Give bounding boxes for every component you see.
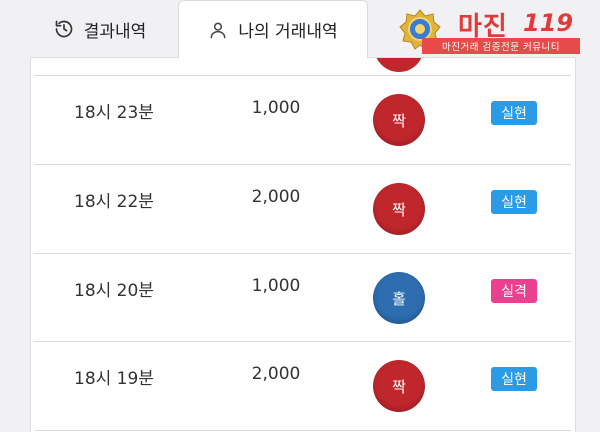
table-row: 18시 19분 2,000 짝 실현	[31, 342, 575, 430]
trade-history-screen: 결과내역 나의 거래내역 마진 119 마진거래 검증전문 커뮤니티 18시 2…	[0, 0, 600, 432]
trade-time: 18시 20분	[74, 281, 154, 301]
logo-number: 119	[523, 9, 574, 37]
result-ball-partial	[374, 58, 424, 72]
tab-my-trades[interactable]: 나의 거래내역	[178, 0, 368, 58]
trade-amount: 1,000	[251, 98, 301, 118]
row-divider	[34, 430, 571, 431]
table-row: 18시 23분 1,000 짝 실현	[31, 76, 575, 164]
result-badge: 실격	[491, 279, 537, 303]
tab-results-label: 결과내역	[83, 21, 147, 42]
trade-time: 18시 22분	[74, 192, 154, 212]
site-logo[interactable]: 마진 119 마진거래 검증전문 커뮤니티	[398, 8, 582, 56]
pick-ball: 짝	[373, 360, 425, 412]
logo-tagline: 마진거래 검증전문 커뮤니티	[422, 38, 580, 54]
trade-list: 18시 23분 1,000 짝 실현 18시 22분 2,000 짝 실현 18…	[30, 57, 576, 432]
trade-amount: 1,000	[251, 276, 301, 296]
trade-amount: 2,000	[251, 187, 301, 207]
tab-results[interactable]: 결과내역	[30, 0, 170, 58]
tab-my-trades-label: 나의 거래내역	[238, 22, 338, 42]
history-icon	[54, 19, 74, 39]
table-row: 18시 20분 1,000 홀 실격	[31, 254, 575, 342]
pick-ball: 짝	[373, 94, 425, 146]
user-icon	[208, 20, 228, 40]
pick-ball: 홀	[373, 272, 425, 324]
trade-time: 18시 19분	[74, 369, 154, 389]
trade-amount: 2,000	[251, 364, 301, 384]
pick-ball: 짝	[373, 183, 425, 235]
result-badge: 실현	[491, 367, 537, 391]
result-badge: 실현	[491, 101, 537, 125]
result-badge: 실현	[491, 190, 537, 214]
trade-time: 18시 23분	[74, 103, 154, 123]
table-row: 18시 22분 2,000 짝 실현	[31, 165, 575, 253]
